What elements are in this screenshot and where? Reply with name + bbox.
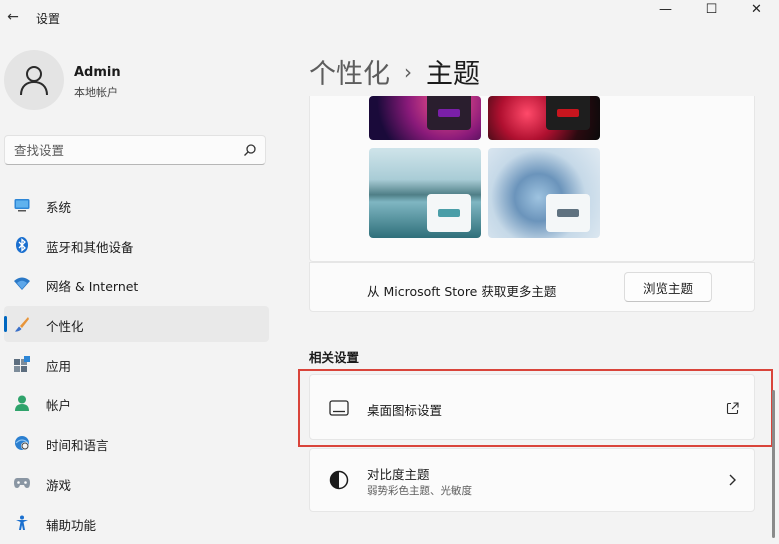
- theme-color-chip: [546, 96, 590, 130]
- gamepad-icon: [14, 475, 30, 491]
- external-link-icon[interactable]: [724, 400, 740, 416]
- browse-themes-button[interactable]: 浏览主题: [624, 272, 712, 302]
- theme-thumbnail-flow[interactable]: [488, 148, 600, 238]
- theme-thumbnail-sunrise[interactable]: [369, 148, 481, 238]
- desktop-icon: [328, 397, 350, 419]
- contrast-icon: [328, 469, 350, 491]
- store-row: 从 Microsoft Store 获取更多主题 浏览主题: [309, 262, 755, 312]
- breadcrumb-separator: ›: [404, 59, 412, 84]
- scrollbar[interactable]: [772, 390, 775, 538]
- search-box: [4, 135, 266, 165]
- sidebar-item-personalization[interactable]: 个性化: [4, 306, 269, 343]
- store-text: 从 Microsoft Store 获取更多主题: [367, 284, 557, 299]
- theme-color-chip: [546, 194, 590, 232]
- profile-account-type: 本地帐户: [74, 86, 118, 99]
- profile-name: Admin: [74, 65, 121, 80]
- search-input[interactable]: [5, 136, 235, 164]
- sidebar-item-time-language[interactable]: 时间和语言: [4, 425, 269, 461]
- sidebar-item-system[interactable]: 系统: [4, 187, 269, 223]
- row-title: 桌面图标设置: [367, 403, 443, 418]
- avatar[interactable]: [4, 50, 64, 110]
- search-icon[interactable]: [243, 143, 257, 157]
- back-button[interactable]: ←: [4, 8, 22, 26]
- breadcrumb-parent[interactable]: 个性化: [309, 52, 390, 91]
- contrast-themes-row[interactable]: 对比度主题 弱势彩色主题、光敏度: [309, 448, 755, 512]
- sidebar-item-label: 网络 & Internet: [46, 279, 139, 295]
- close-button[interactable]: ✕: [734, 0, 779, 22]
- person-icon: [14, 395, 30, 412]
- app-title: 设置: [36, 12, 61, 26]
- sidebar-item-label: 辅助功能: [46, 517, 97, 533]
- sidebar-item-label: 蓝牙和其他设备: [46, 239, 134, 255]
- desktop-icon-settings-row[interactable]: 桌面图标设置: [309, 374, 755, 440]
- sidebar-item-label: 帐户: [46, 398, 72, 414]
- maximize-button[interactable]: ☐: [689, 0, 734, 22]
- theme-color-chip: [427, 96, 471, 130]
- theme-thumbnail-glow[interactable]: [369, 96, 481, 140]
- selection-indicator: [4, 316, 7, 333]
- sidebar-item-apps[interactable]: 应用: [4, 346, 269, 382]
- sidebar-nav: 系统 蓝牙和其他设备 网络 & Internet 个性化 应用 帐户 时间和语言…: [4, 187, 269, 544]
- monitor-icon: [14, 197, 30, 213]
- sidebar-item-label: 游戏: [46, 477, 72, 493]
- accessibility-icon: [14, 515, 30, 531]
- wifi-icon: [14, 276, 30, 292]
- row-subtitle: 弱势彩色主题、光敏度: [367, 485, 472, 497]
- sidebar-item-accessibility[interactable]: 辅助功能: [4, 505, 269, 541]
- chevron-right-icon[interactable]: [724, 472, 740, 488]
- person-icon: [20, 66, 48, 96]
- page-title: 主题: [426, 59, 480, 90]
- related-settings-title: 相关设置: [309, 350, 360, 365]
- sidebar-item-label: 应用: [46, 358, 72, 374]
- sidebar-item-accounts[interactable]: 帐户: [4, 385, 269, 421]
- bluetooth-icon: [14, 236, 30, 253]
- title-bar: ← 设置 — ☐ ✕: [0, 0, 779, 36]
- themes-gallery: [309, 96, 755, 262]
- apps-icon: [14, 355, 30, 372]
- sidebar-item-label: 个性化: [46, 319, 84, 335]
- brush-icon: [14, 316, 30, 332]
- sidebar-item-label: 系统: [46, 200, 72, 215]
- theme-thumbnail-captured-motion[interactable]: [488, 96, 600, 140]
- sidebar-item-bluetooth[interactable]: 蓝牙和其他设备: [4, 227, 269, 263]
- row-title: 对比度主题: [367, 467, 430, 482]
- breadcrumb: 个性化 › 主题: [309, 52, 480, 91]
- sidebar-item-network[interactable]: 网络 & Internet: [4, 266, 269, 302]
- minimize-button[interactable]: —: [643, 0, 688, 22]
- globe-clock-icon: [14, 435, 30, 451]
- sidebar-item-label: 时间和语言: [46, 438, 109, 454]
- sidebar-item-gaming[interactable]: 游戏: [4, 465, 269, 501]
- theme-color-chip: [427, 194, 471, 232]
